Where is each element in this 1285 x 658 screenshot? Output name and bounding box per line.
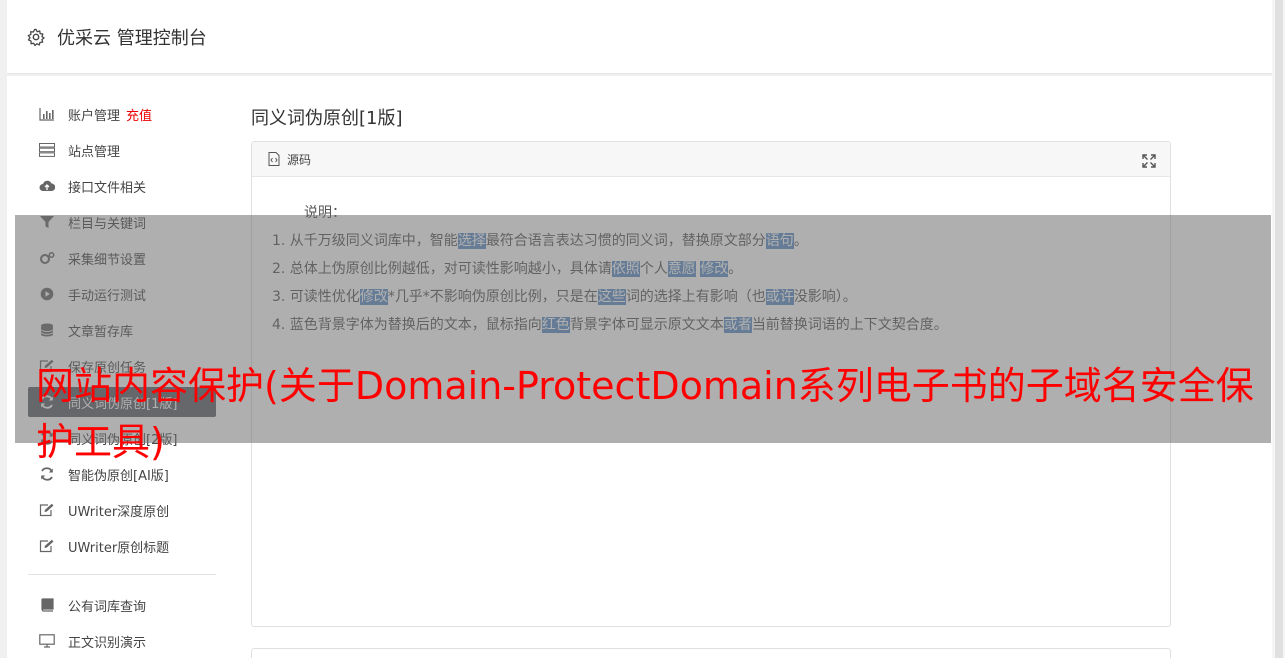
code-file-icon xyxy=(268,152,280,166)
bar-chart-icon xyxy=(38,107,56,121)
sidebar-item-0[interactable]: 账户管理 充值 xyxy=(28,96,216,132)
monitor-icon xyxy=(38,634,56,648)
server-icon xyxy=(38,143,56,157)
sidebar-item-label: 站点管理 xyxy=(68,144,121,160)
sidebar-item-12[interactable]: UWriter原创标题 xyxy=(28,528,216,564)
sidebar-item-14[interactable]: 正文识别演示 xyxy=(28,623,216,658)
card-title: 源码 xyxy=(287,152,312,167)
sidebar-item-label: 接口文件相关 xyxy=(68,180,147,196)
card-header: 源码 xyxy=(252,142,1170,177)
sidebar-item-13[interactable]: 公有词库查询 xyxy=(28,587,216,623)
scrollbar-thumb[interactable] xyxy=(1275,0,1283,658)
sidebar-item-11[interactable]: UWriter深度原创 xyxy=(28,492,216,528)
sidebar-item-2[interactable]: 接口文件相关 xyxy=(28,168,216,204)
top-header: 优采云 管理控制台 xyxy=(7,0,1278,74)
sidebar-item-1[interactable]: 站点管理 xyxy=(28,132,216,168)
page-title: 同义词伪原创[1版] xyxy=(251,108,403,129)
sidebar-item-label: 公有词库查询 xyxy=(68,599,147,615)
second-card xyxy=(251,648,1171,658)
expand-icon[interactable] xyxy=(1142,154,1156,168)
gear-icon xyxy=(27,28,45,46)
book-icon xyxy=(38,598,56,612)
edit-icon xyxy=(38,539,56,553)
recharge-link[interactable]: 充值 xyxy=(126,105,152,124)
sidebar-item-label: 账户管理 xyxy=(68,108,121,124)
cloud-upload-icon xyxy=(38,179,56,193)
app-title: 优采云 管理控制台 xyxy=(57,27,207,49)
sidebar-item-label: UWriter深度原创 xyxy=(68,504,170,520)
scrollbar[interactable] xyxy=(1272,0,1285,658)
sidebar-divider xyxy=(28,574,216,575)
sidebar-item-label: 正文识别演示 xyxy=(68,635,147,651)
sidebar-item-label: UWriter原创标题 xyxy=(68,540,170,556)
edit-icon xyxy=(38,503,56,517)
overlay-text: 网站内容保护(关于Domain-ProtectDomain系列电子书的子域名安全… xyxy=(36,364,1254,464)
